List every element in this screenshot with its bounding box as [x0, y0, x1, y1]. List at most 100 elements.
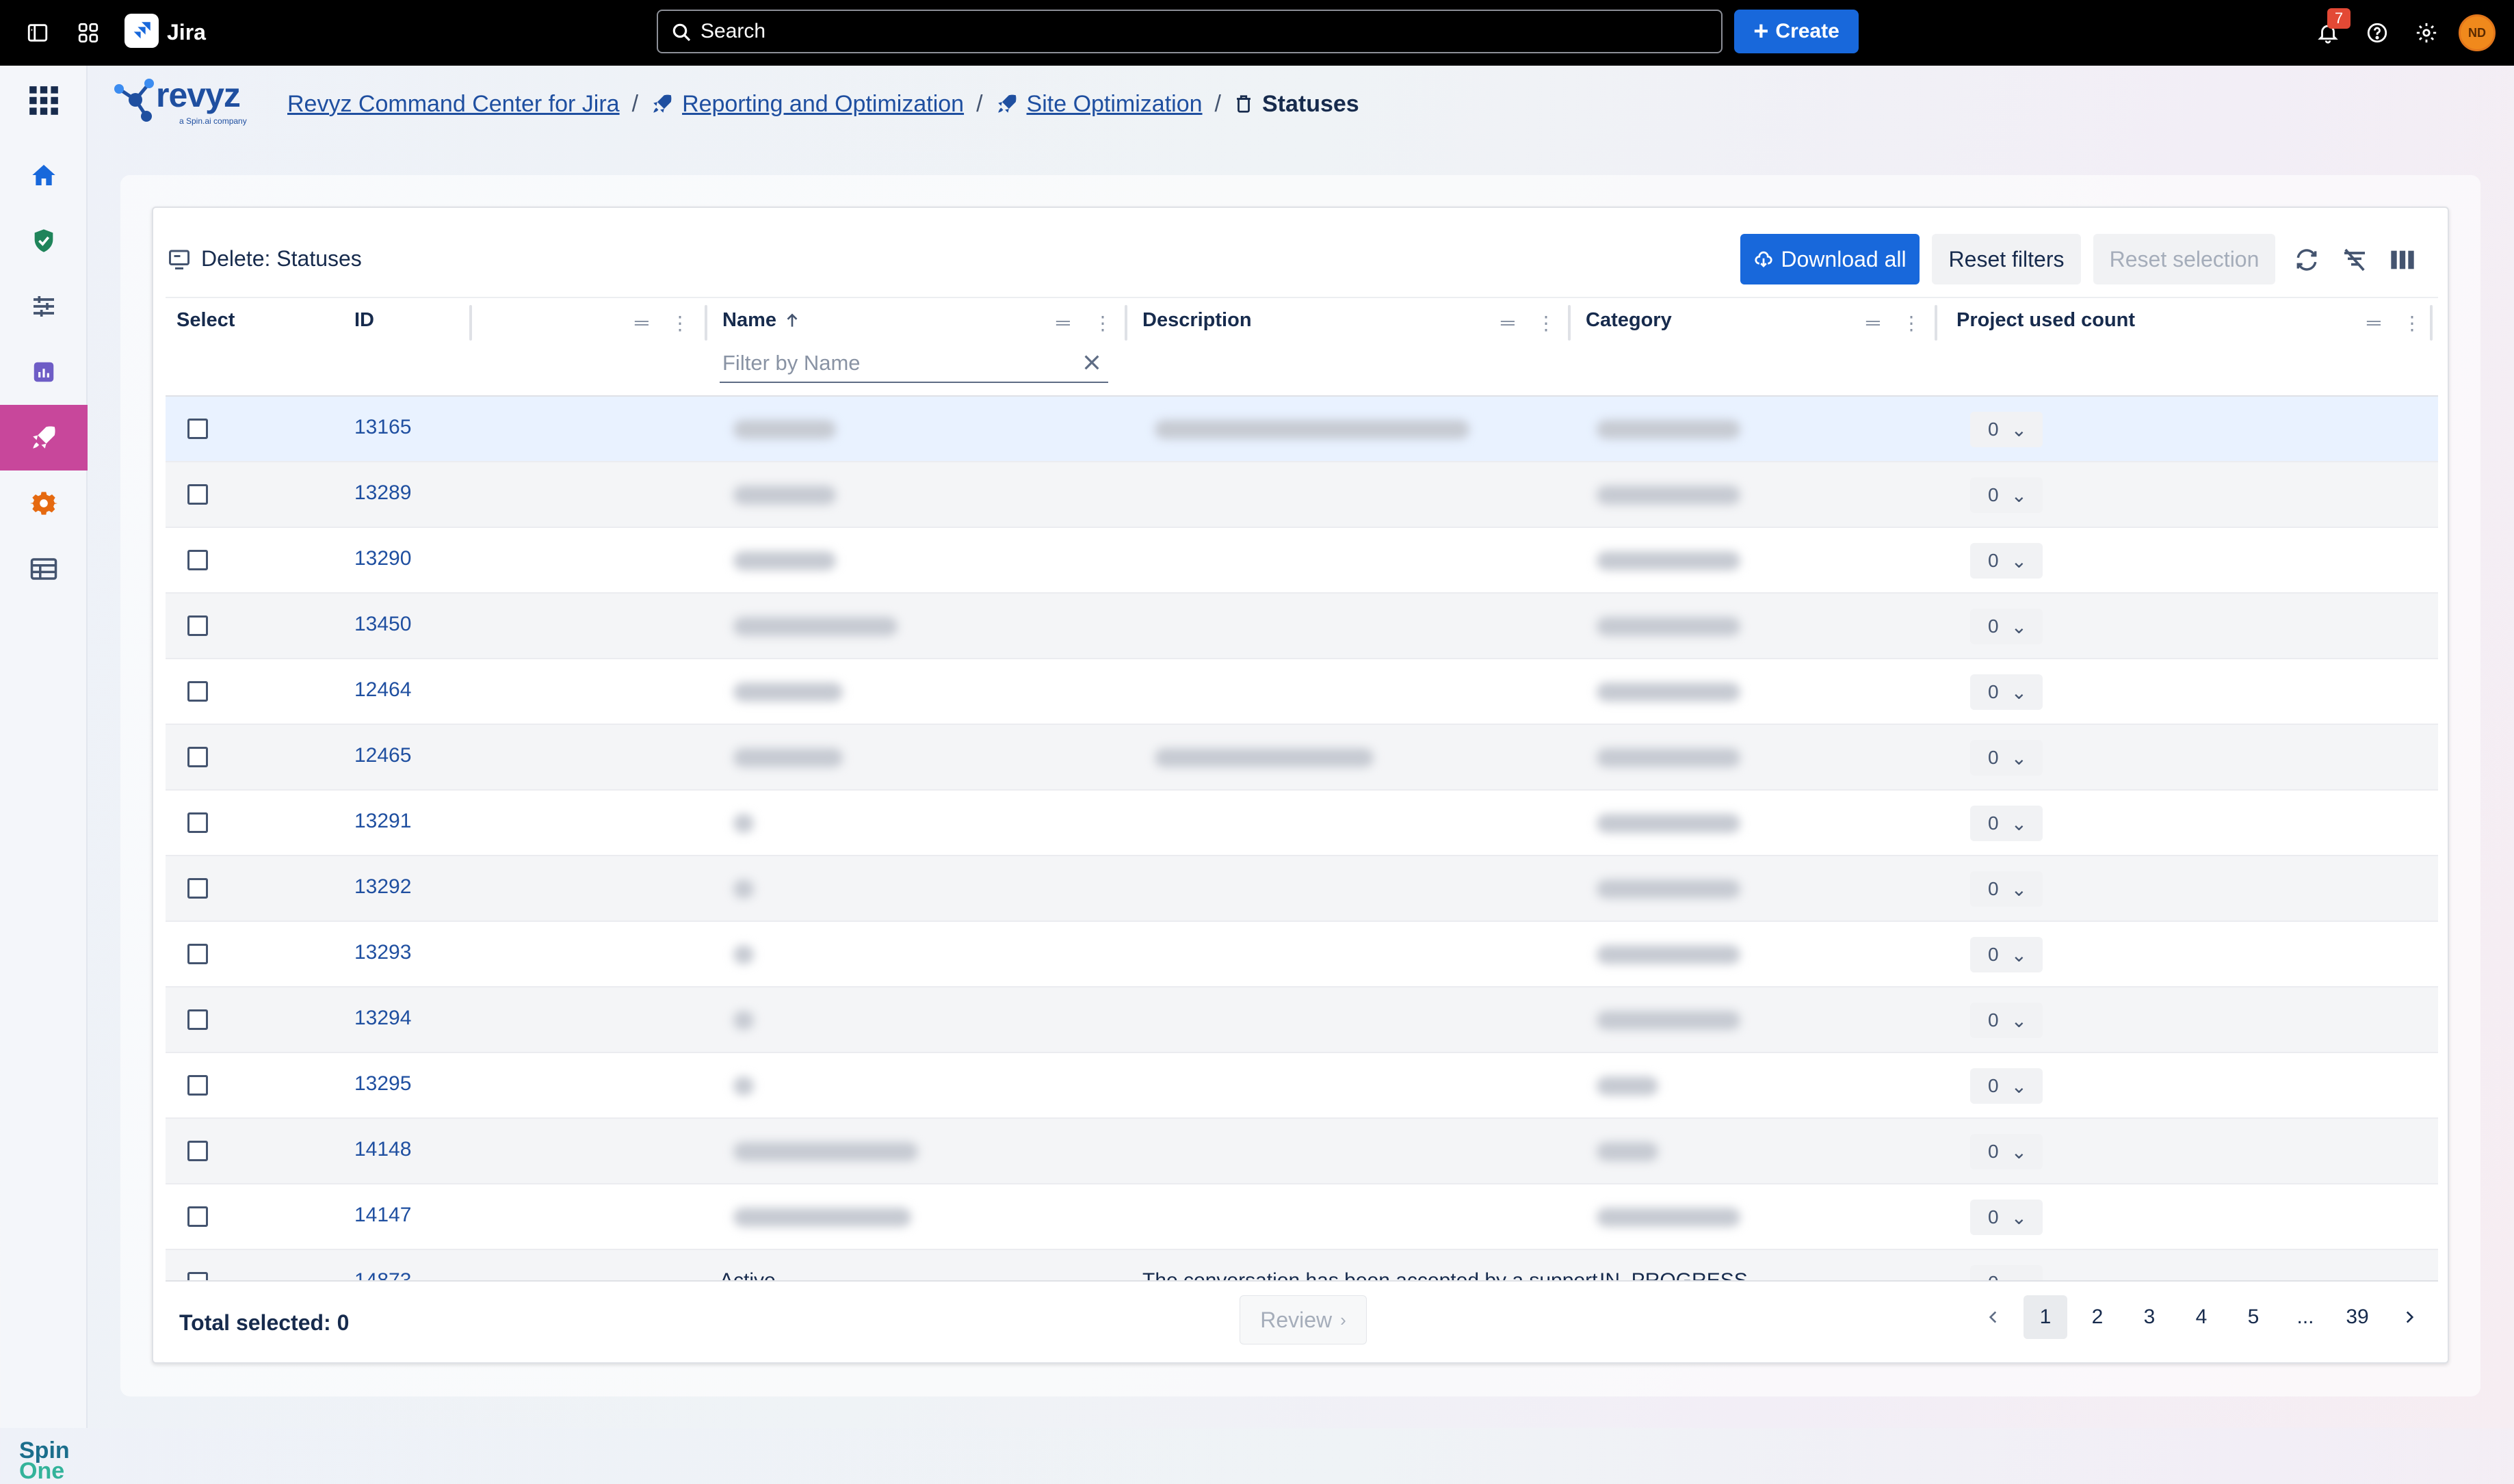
- table-row[interactable]: 14148 0 ⌄: [166, 1119, 2438, 1184]
- row-checkbox[interactable]: [187, 878, 208, 899]
- column-resize-handle[interactable]: [2430, 305, 2433, 341]
- drag-handle-icon[interactable]: ═: [635, 312, 649, 334]
- table-row[interactable]: 13291 0 ⌄: [166, 791, 2438, 856]
- column-resize-handle[interactable]: [1935, 305, 1937, 341]
- drag-handle-icon[interactable]: ═: [1866, 312, 1880, 334]
- project-count-dropdown[interactable]: 0⌄: [1970, 1200, 2043, 1235]
- page-39-button[interactable]: 39: [2335, 1295, 2379, 1339]
- project-count-dropdown[interactable]: 0⌄: [1970, 1003, 2043, 1038]
- column-header-project-used-count[interactable]: Project used count: [1956, 309, 2135, 332]
- column-header-id[interactable]: ID: [354, 309, 374, 332]
- project-count-dropdown[interactable]: 0⌄: [1970, 871, 2043, 907]
- search-input[interactable]: Search: [657, 10, 1723, 53]
- row-id-link[interactable]: 13450: [354, 613, 411, 636]
- table-row[interactable]: 13290 0 ⌄: [166, 528, 2438, 594]
- row-checkbox[interactable]: [187, 419, 208, 439]
- clear-filter-x-icon[interactable]: [1081, 352, 1103, 379]
- row-id-link[interactable]: 12465: [354, 744, 411, 767]
- table-row[interactable]: 13450 0 ⌄: [166, 594, 2438, 659]
- row-checkbox[interactable]: [187, 484, 208, 505]
- row-checkbox[interactable]: [187, 550, 208, 570]
- sidebar-item-optimization[interactable]: [0, 405, 88, 471]
- column-header-description[interactable]: Description: [1142, 309, 1252, 332]
- row-id-link[interactable]: 13165: [354, 416, 411, 439]
- help-icon[interactable]: [2361, 17, 2393, 49]
- row-checkbox[interactable]: [187, 615, 208, 636]
- column-resize-handle[interactable]: [705, 305, 707, 341]
- column-resize-handle[interactable]: [1568, 305, 1571, 341]
- apps-grid-icon[interactable]: [0, 71, 88, 130]
- table-row[interactable]: 13165 0 ⌄: [166, 397, 2438, 462]
- sidebar-item-settings[interactable]: [0, 471, 88, 536]
- project-count-dropdown[interactable]: 0⌄: [1970, 477, 2043, 513]
- page-4-button[interactable]: 4: [2179, 1295, 2223, 1339]
- table-row[interactable]: 14873 Active The conversation has been a…: [166, 1250, 2438, 1280]
- sidebar-item-protection[interactable]: [0, 208, 88, 274]
- table-row[interactable]: 12465 0 ⌄: [166, 725, 2438, 791]
- sidebar-toggle-icon[interactable]: [22, 17, 53, 49]
- app-name[interactable]: Jira: [167, 16, 206, 48]
- previous-page-button[interactable]: [1972, 1295, 2015, 1339]
- page-5-button[interactable]: 5: [2231, 1295, 2275, 1339]
- column-menu-icon[interactable]: ⋮: [2402, 312, 2422, 334]
- breadcrumb-item-site-optimization[interactable]: Site Optimization: [1027, 91, 1203, 118]
- project-count-dropdown[interactable]: 0⌄: [1970, 412, 2043, 447]
- column-resize-handle[interactable]: [1125, 305, 1127, 341]
- row-checkbox[interactable]: [187, 681, 208, 702]
- user-avatar[interactable]: ND: [2459, 14, 2496, 51]
- review-button[interactable]: Review ›: [1240, 1295, 1367, 1344]
- row-id-link[interactable]: 13292: [354, 875, 411, 899]
- app-switcher-icon[interactable]: [73, 17, 104, 49]
- table-row[interactable]: 13293 0 ⌄: [166, 922, 2438, 988]
- clear-filter-icon[interactable]: [2340, 245, 2370, 275]
- column-menu-icon[interactable]: ⋮: [670, 312, 690, 334]
- row-checkbox[interactable]: [187, 747, 208, 767]
- project-count-dropdown[interactable]: 0⌄: [1970, 1265, 2043, 1280]
- jira-logo-icon[interactable]: [125, 14, 159, 48]
- reset-selection-button[interactable]: Reset selection: [2093, 234, 2275, 284]
- table-row[interactable]: 13289 0 ⌄: [166, 462, 2438, 528]
- row-checkbox[interactable]: [187, 1141, 208, 1161]
- project-count-dropdown[interactable]: 0⌄: [1970, 937, 2043, 972]
- download-all-button[interactable]: Download all: [1740, 234, 1920, 284]
- page-2-button[interactable]: 2: [2076, 1295, 2119, 1339]
- next-page-button[interactable]: [2387, 1295, 2431, 1339]
- row-id-link[interactable]: 13293: [354, 941, 411, 964]
- refresh-icon[interactable]: [2292, 245, 2322, 275]
- drag-handle-icon[interactable]: ═: [2367, 312, 2381, 334]
- breadcrumb-item-command-center[interactable]: Revyz Command Center for Jira: [287, 91, 620, 118]
- column-resize-handle[interactable]: [469, 305, 472, 341]
- row-id-link[interactable]: 14147: [354, 1204, 411, 1227]
- row-id-link[interactable]: 13291: [354, 810, 411, 833]
- breadcrumb-item-reporting[interactable]: Reporting and Optimization: [682, 91, 964, 118]
- sort-ascending-icon[interactable]: [783, 312, 801, 330]
- column-menu-icon[interactable]: ⋮: [1902, 312, 1921, 334]
- project-count-dropdown[interactable]: 0⌄: [1970, 674, 2043, 710]
- sidebar-item-home[interactable]: [0, 142, 88, 208]
- table-row[interactable]: 12464 0 ⌄: [166, 659, 2438, 725]
- table-row[interactable]: 13295 0 ⌄: [166, 1053, 2438, 1119]
- drag-handle-icon[interactable]: ═: [1056, 312, 1070, 334]
- revyz-logo[interactable]: revyz a Spin.ai company: [108, 72, 259, 131]
- row-checkbox[interactable]: [187, 1009, 208, 1030]
- table-row[interactable]: 14147 0 ⌄: [166, 1184, 2438, 1250]
- sidebar-item-tables[interactable]: [0, 536, 88, 602]
- row-id-link[interactable]: 14148: [354, 1138, 411, 1161]
- row-id-link[interactable]: 13294: [354, 1007, 411, 1030]
- row-checkbox[interactable]: [187, 1075, 208, 1096]
- page-1-button[interactable]: 1: [2024, 1295, 2067, 1339]
- sidebar-item-reports[interactable]: [0, 339, 88, 405]
- column-menu-icon[interactable]: ⋮: [1093, 312, 1112, 334]
- row-checkbox[interactable]: [187, 812, 208, 833]
- row-id-link[interactable]: 13290: [354, 547, 411, 570]
- column-header-category[interactable]: Category: [1586, 309, 1672, 332]
- project-count-dropdown[interactable]: 0⌄: [1970, 1068, 2043, 1104]
- table-row[interactable]: 13294 0 ⌄: [166, 988, 2438, 1053]
- name-filter-input[interactable]: Filter by Name: [720, 345, 1108, 383]
- row-id-link[interactable]: 13295: [354, 1072, 411, 1096]
- column-header-name[interactable]: Name: [722, 309, 801, 332]
- column-menu-icon[interactable]: ⋮: [1536, 312, 1556, 334]
- row-id-link[interactable]: 14873: [354, 1269, 411, 1280]
- reset-filters-button[interactable]: Reset filters: [1932, 234, 2081, 284]
- columns-icon[interactable]: [2387, 245, 2418, 275]
